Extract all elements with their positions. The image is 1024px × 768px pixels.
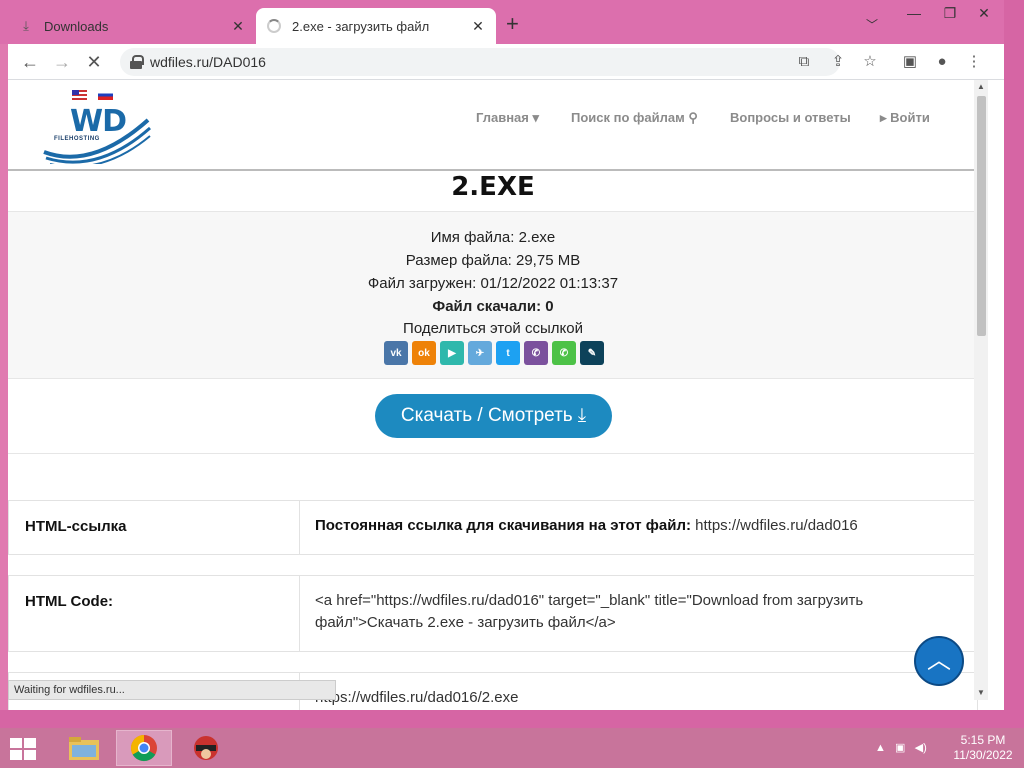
browser-window: ⤓ Downloads ✕ 2.exe - загрузить файл ✕ +… bbox=[0, 0, 1004, 710]
logo-subtext: FILEHOSTING bbox=[54, 136, 100, 142]
loading-spinner-icon bbox=[266, 18, 282, 34]
scroll-up-icon[interactable]: ▲ bbox=[974, 80, 988, 94]
download-icon: ⤓ bbox=[23, 18, 29, 33]
vk-share-icon[interactable]: vk bbox=[384, 341, 408, 365]
close-tab-icon[interactable]: ✕ bbox=[230, 18, 246, 34]
html-code-row: HTML Code: <a href="https://wdfiles.ru/d… bbox=[8, 575, 978, 652]
html-link-url[interactable]: https://wdfiles.ru/dad016 bbox=[695, 517, 858, 534]
scroll-to-top-button[interactable]: ︿ bbox=[914, 636, 964, 686]
share-label: Поделиться этой ссылкой bbox=[403, 320, 583, 337]
windows-start-icon[interactable] bbox=[10, 738, 38, 760]
logo-text: WD bbox=[70, 104, 127, 139]
file-info-box: Имя файла: 2.exe Размер файла: 29,75 MB … bbox=[8, 211, 978, 379]
tab-title: 2.exe - загрузить файл bbox=[292, 18, 430, 34]
tab-downloads[interactable]: ⤓ Downloads ✕ bbox=[8, 8, 256, 44]
clock-date: 11/30/2022 bbox=[953, 748, 1013, 762]
page-viewport: WD FILEHOSTING Главная ▾ Поиск по файлам… bbox=[8, 80, 1004, 710]
whatsapp-share-icon[interactable]: ✆ bbox=[552, 341, 576, 365]
tab-strip: ⤓ Downloads ✕ 2.exe - загрузить файл ✕ +… bbox=[0, 0, 1004, 44]
file-name-line: Имя файла: 2.exe bbox=[430, 229, 556, 246]
taskbar: ▲ ▣ ◀) 5:15 PM 11/30/2022 bbox=[0, 728, 1024, 768]
scrollbar-thumb[interactable] bbox=[977, 96, 986, 336]
english-flag-icon[interactable] bbox=[72, 90, 87, 100]
menu-dots-icon[interactable]: ⋮ bbox=[964, 52, 984, 72]
file-title: 2.EXE bbox=[451, 172, 535, 202]
site-logo[interactable]: WD FILEHOSTING bbox=[42, 104, 152, 164]
chevron-up-icon: ︿ bbox=[927, 647, 951, 674]
chrome-icon[interactable] bbox=[116, 730, 172, 766]
site-header: WD FILEHOSTING Главная ▾ Поиск по файлам… bbox=[8, 80, 978, 171]
viber-share-icon[interactable]: ✆ bbox=[524, 341, 548, 365]
download-button-label: Скачать / Смотреть bbox=[400, 405, 573, 426]
profile-avatar-icon[interactable]: ● bbox=[932, 52, 952, 72]
file-explorer-icon[interactable] bbox=[56, 730, 112, 766]
address-text[interactable]: wdfiles.ru/DAD016 bbox=[150, 54, 266, 70]
livejournal-share-icon[interactable]: ✎ bbox=[580, 341, 604, 365]
html-link-value: Постоянная ссылка для скачивания на этот… bbox=[315, 515, 858, 537]
html-code-label: HTML Code: bbox=[25, 593, 114, 610]
share-icon[interactable]: ⇪ bbox=[828, 52, 848, 72]
app-mask-icon[interactable] bbox=[178, 730, 234, 766]
html-link-label: HTML-ссылка bbox=[25, 518, 127, 535]
nav-home[interactable]: Главная ▾ bbox=[476, 110, 539, 126]
html-link-row: HTML-ссылка Постоянная ссылка для скачив… bbox=[8, 500, 978, 555]
forward-button[interactable]: → bbox=[50, 50, 74, 74]
file-uploaded-line: Файл загружен: 01/12/2022 01:13:37 bbox=[367, 275, 619, 292]
telegram-share-icon[interactable]: ✈ bbox=[468, 341, 492, 365]
scroll-down-icon[interactable]: ▼ bbox=[974, 686, 988, 700]
browser-toolbar: ← → ✕ wdfiles.ru/DAD016 ⧉ ⇪ ☆ ▣ ● ⋮ bbox=[8, 44, 1004, 80]
new-tab-button[interactable]: + bbox=[506, 13, 519, 35]
download-icon: ⤓ bbox=[577, 405, 587, 426]
html-code-value[interactable]: <a href="https://wdfiles.ru/dad016" targ… bbox=[315, 590, 863, 634]
nav-login[interactable]: ▸ Войти bbox=[880, 110, 930, 126]
address-bar[interactable]: wdfiles.ru/DAD016 bbox=[120, 48, 840, 76]
twitter-share-icon[interactable]: t bbox=[496, 341, 520, 365]
tab-search-chevron-icon[interactable]: ﹀ bbox=[866, 16, 878, 33]
html-link-prefix: Постоянная ссылка для скачивания на этот… bbox=[315, 517, 691, 534]
back-button[interactable]: ← bbox=[18, 50, 42, 74]
send-share-icon[interactable]: ▶ bbox=[440, 341, 464, 365]
direct-link-value[interactable]: https://wdfiles.ru/dad016/2.exe bbox=[315, 687, 518, 709]
tab-wdfiles[interactable]: 2.exe - загрузить файл ✕ bbox=[256, 8, 496, 44]
status-bar: Waiting for wdfiles.ru... bbox=[8, 680, 336, 700]
search-icon: ⚲ bbox=[688, 110, 698, 125]
lock-icon[interactable] bbox=[130, 55, 144, 69]
file-size-line: Размер файла: 29,75 MB bbox=[405, 252, 581, 269]
close-tab-icon[interactable]: ✕ bbox=[470, 18, 486, 34]
nav-search-files[interactable]: Поиск по файлам ⚲ bbox=[571, 110, 698, 126]
tab-title: Downloads bbox=[44, 18, 109, 34]
close-window-button[interactable]: ✕ bbox=[966, 2, 1002, 24]
maximize-button[interactable]: ❐ bbox=[932, 2, 968, 24]
odnoklassniki-share-icon[interactable]: ok bbox=[412, 341, 436, 365]
russian-flag-icon[interactable] bbox=[98, 90, 113, 100]
download-button[interactable]: Скачать / Смотреть ⤓ bbox=[375, 394, 612, 438]
nav-faq[interactable]: Вопросы и ответы bbox=[730, 110, 851, 125]
download-area: Скачать / Смотреть ⤓ bbox=[8, 379, 978, 454]
page-scrollbar[interactable]: ▲ ▼ bbox=[974, 80, 988, 700]
stop-loading-button[interactable]: ✕ bbox=[82, 50, 106, 74]
file-downloads-line: Файл скачали: 0 bbox=[432, 298, 554, 315]
minimize-button[interactable]: — bbox=[896, 2, 932, 24]
taskbar-clock[interactable]: 5:15 PM 11/30/2022 bbox=[950, 733, 1016, 763]
translate-icon[interactable]: ⧉ bbox=[794, 52, 814, 72]
side-panel-icon[interactable]: ▣ bbox=[900, 52, 920, 72]
clock-time: 5:15 PM bbox=[960, 733, 1006, 747]
share-buttons: vk ok ▶ ✈ t ✆ ✆ ✎ bbox=[384, 341, 604, 365]
bookmark-star-icon[interactable]: ☆ bbox=[860, 52, 880, 72]
system-tray-icons[interactable]: ▲ ▣ ◀) bbox=[875, 741, 927, 754]
